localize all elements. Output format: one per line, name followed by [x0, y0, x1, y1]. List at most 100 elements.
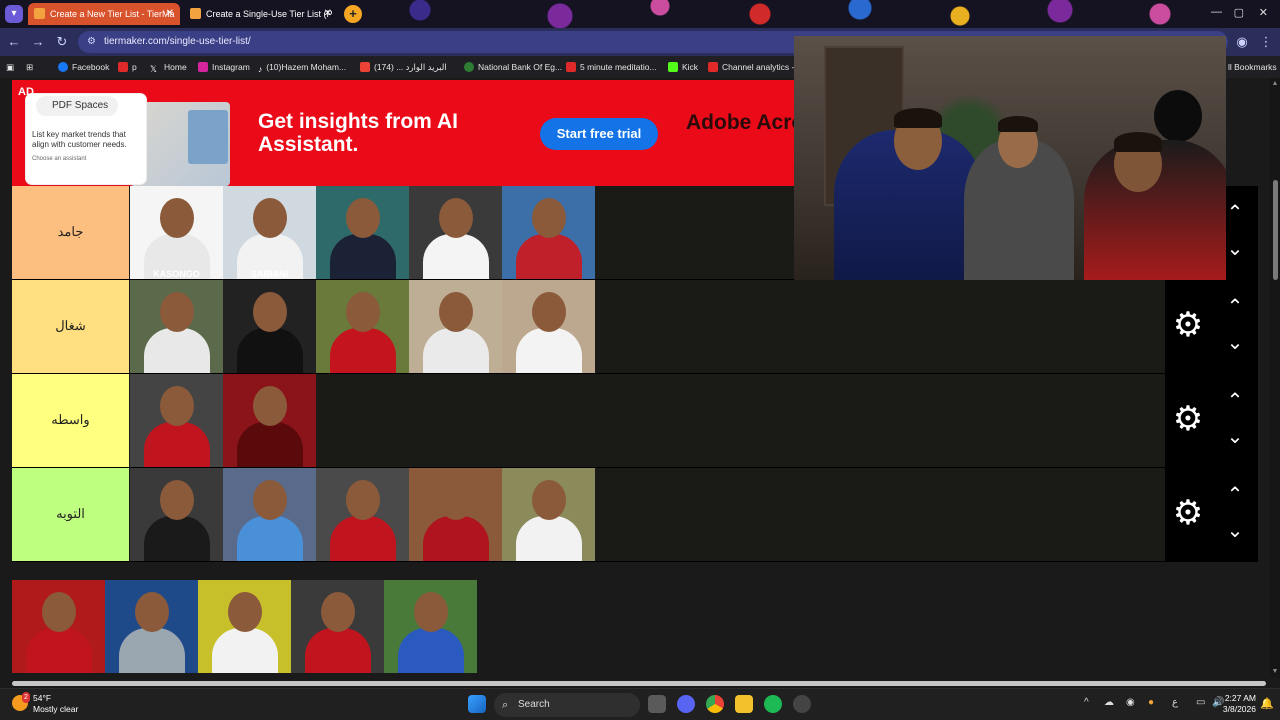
task-view-icon[interactable] — [648, 695, 666, 713]
browser-menu-icon[interactable]: ⋮ — [1258, 34, 1274, 50]
youtube-icon — [118, 62, 128, 72]
tier-label[interactable]: التوبه — [12, 468, 129, 561]
bookmark-facebook[interactable]: Facebook — [58, 56, 109, 78]
x-icon: 𝕏 — [150, 64, 157, 74]
notification-bell-icon[interactable]: 🔔 — [1260, 697, 1274, 710]
player-card[interactable]: KASONGO — [130, 186, 223, 279]
unranked-player-card[interactable] — [198, 580, 291, 673]
player-card[interactable] — [502, 468, 595, 561]
unranked-player-card[interactable] — [291, 580, 384, 673]
ad-headline: Get insights from AI Assistant. — [258, 110, 458, 156]
ad-banner[interactable]: List key market trends that align with c… — [12, 80, 804, 186]
player-card[interactable]: SAIBANI — [223, 186, 316, 279]
unranked-pool — [12, 580, 477, 673]
player-card[interactable] — [316, 186, 409, 279]
vertical-scrollbar[interactable]: ▲ ▼ — [1270, 78, 1280, 678]
close-window-icon[interactable]: ✕ — [1259, 6, 1268, 19]
scroll-up-icon[interactable]: ▲ — [1271, 80, 1279, 87]
close-tab-icon[interactable]: ✕ — [166, 3, 174, 25]
minimize-icon[interactable]: — — [1211, 6, 1222, 18]
bookmark-p[interactable]: p — [118, 56, 137, 78]
tray-overflow-icon[interactable]: ^ — [1084, 697, 1089, 708]
player-card[interactable] — [316, 468, 409, 561]
scroll-down-icon[interactable]: ▼ — [1271, 668, 1279, 675]
settings-gear-icon[interactable]: ⚙ — [1171, 496, 1205, 530]
tier-label[interactable]: جامد — [12, 186, 129, 279]
player-card[interactable] — [223, 468, 316, 561]
bookmark-tiktok[interactable]: ♪ (10)Hazem Moham... — [258, 56, 346, 78]
onedrive-icon[interactable]: ☁ — [1104, 697, 1114, 708]
profile-icon[interactable]: ◉ — [1234, 34, 1250, 50]
taskbar-search[interactable]: ⌕ Search — [494, 693, 640, 717]
player-card[interactable] — [223, 280, 316, 373]
new-tab-button[interactable]: + — [344, 5, 362, 23]
file-explorer-icon[interactable] — [735, 695, 753, 713]
windows-taskbar: 2 54°F Mostly clear ⌕ Search ^ ☁ ◉ ● ع ▭… — [0, 688, 1280, 720]
player-card[interactable] — [409, 280, 502, 373]
spotify-icon[interactable] — [764, 695, 782, 713]
bookmark-home[interactable]: 𝕏 Home — [150, 56, 187, 78]
windows-start-icon[interactable] — [468, 695, 486, 713]
maximize-icon[interactable]: ▢ — [1234, 6, 1244, 19]
tier-label[interactable]: واسطه — [12, 374, 129, 467]
ad-photo-jeans — [188, 110, 228, 164]
system-clock[interactable]: 2:27 AM 3/8/2026 — [1223, 693, 1256, 715]
bookmark-gmail[interactable]: (174) ... البريد الوارد — [360, 56, 447, 78]
player-card[interactable] — [130, 374, 223, 467]
unranked-player-card[interactable] — [384, 580, 477, 673]
start-free-trial-button[interactable]: Start free trial — [540, 118, 658, 150]
move-up-icon[interactable]: ⌃ — [1223, 203, 1247, 223]
tab-search-icon[interactable]: ▾ — [5, 5, 23, 23]
move-down-icon[interactable]: ⌄ — [1223, 427, 1247, 447]
all-bookmarks[interactable]: ll Bookmarks — [1228, 56, 1277, 78]
apps-grid-icon[interactable]: ⊞ — [26, 56, 33, 78]
tier-label[interactable]: شغال — [12, 280, 129, 373]
bookmark-instagram[interactable]: Instagram — [198, 56, 250, 78]
microphone-icon[interactable]: ● — [1148, 697, 1154, 708]
back-icon[interactable]: ← — [6, 34, 22, 49]
move-up-icon[interactable]: ⌃ — [1223, 297, 1247, 317]
tab-single-use-tier-list[interactable]: Create a Single-Use Tier List (P ✕ — [184, 3, 338, 25]
move-down-icon[interactable]: ⌄ — [1223, 239, 1247, 259]
network-icon[interactable]: ▭ — [1196, 697, 1205, 708]
reload-icon[interactable]: ↻ — [54, 34, 70, 50]
chrome-icon[interactable] — [706, 695, 724, 713]
bank-icon — [464, 62, 474, 72]
horizontal-scrollbar[interactable] — [0, 678, 1280, 688]
horizontal-scrollbar-thumb[interactable] — [12, 681, 1266, 686]
settings-gear-icon[interactable]: ⚙ — [1171, 308, 1205, 342]
player-card[interactable] — [502, 186, 595, 279]
settings-gear-icon[interactable]: ⚙ — [1171, 402, 1205, 436]
move-up-icon[interactable]: ⌃ — [1223, 391, 1247, 411]
discord-tray-icon[interactable]: ◉ — [1126, 697, 1135, 708]
site-info-icon[interactable]: ⚙ — [87, 31, 96, 53]
discord-icon[interactable] — [677, 695, 695, 713]
player-card[interactable] — [316, 280, 409, 373]
player-jersey — [330, 516, 396, 561]
close-tab-icon[interactable]: ✕ — [324, 3, 332, 25]
move-down-icon[interactable]: ⌄ — [1223, 333, 1247, 353]
sidebar-toggle-icon[interactable]: ▣ — [6, 56, 14, 78]
player-face — [532, 292, 566, 332]
bookmark-kick[interactable]: Kick — [668, 56, 698, 78]
move-up-icon[interactable]: ⌃ — [1223, 485, 1247, 505]
unranked-player-card[interactable] — [12, 580, 105, 673]
unranked-player-card[interactable] — [105, 580, 198, 673]
player-card[interactable] — [409, 186, 502, 279]
language-indicator[interactable]: ع — [1172, 697, 1178, 708]
move-down-icon[interactable]: ⌄ — [1223, 521, 1247, 541]
player-card[interactable] — [130, 280, 223, 373]
tab-create-tier-list[interactable]: Create a New Tier List - TierMa ✕ — [28, 3, 180, 25]
scrollbar-thumb[interactable] — [1273, 180, 1278, 280]
player-card[interactable] — [223, 374, 316, 467]
forward-icon[interactable]: → — [30, 34, 46, 49]
player-card[interactable] — [409, 468, 502, 561]
player-card[interactable] — [502, 280, 595, 373]
player-face — [346, 292, 380, 332]
bookmark-channel-analytics[interactable]: Channel analytics -... — [708, 56, 801, 78]
player-card[interactable] — [130, 468, 223, 561]
bookmark-national-bank[interactable]: National Bank Of Eg... — [464, 56, 562, 78]
bookmark-meditation[interactable]: 5 minute meditatio... — [566, 56, 657, 78]
obs-icon[interactable] — [793, 695, 811, 713]
tier-controls: ⚙ ⌃ ⌄ — [1165, 468, 1258, 561]
